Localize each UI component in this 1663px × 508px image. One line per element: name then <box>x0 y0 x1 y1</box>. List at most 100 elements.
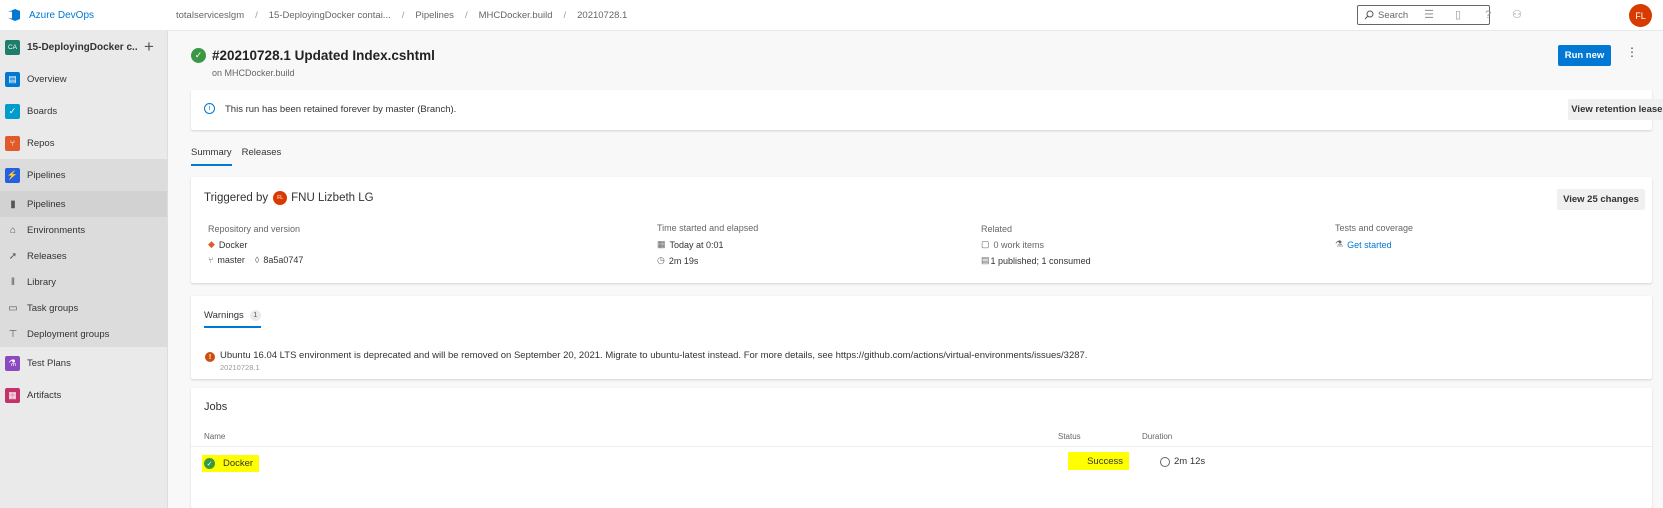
warning-message: Ubuntu 16.04 LTS environment is deprecat… <box>220 350 1088 361</box>
breadcrumb: totalserviceslgm / 15-DeployingDocker co… <box>176 10 627 21</box>
started-line: ▦ Today at 0:01 <box>657 239 724 250</box>
run-new-button[interactable]: Run new <box>1558 45 1611 66</box>
sidebar-subitem-pipelines[interactable]: ▮ Pipelines <box>0 191 167 217</box>
clock-icon <box>1160 456 1170 467</box>
main-content: ✓ #20210728.1 Updated Index.cshtml on MH… <box>168 31 1663 508</box>
breadcrumb-separator: / <box>563 9 567 21</box>
sidebar-subitem-label: Environments <box>27 224 86 236</box>
shopping-bag-icon[interactable]: ▯ <box>1451 8 1465 22</box>
azure-devops-logo-icon <box>8 9 20 21</box>
sidebar-item-test-plans[interactable]: ⚗ Test Plans <box>0 347 167 379</box>
breadcrumb-organization[interactable]: totalserviceslgm <box>176 10 244 21</box>
view-changes-button[interactable]: View 25 changes <box>1557 189 1645 210</box>
tabs: Summary Releases <box>191 147 291 166</box>
jobs-column-status: Status <box>1058 432 1081 441</box>
sidebar-item-label: Overview <box>27 73 67 85</box>
project-selector[interactable]: CA 15-DeployingDocker c... + <box>0 31 167 63</box>
rocket-icon: ➚ <box>8 250 18 262</box>
sidebar-item-boards[interactable]: ✓ Boards <box>0 95 167 127</box>
overview-icon: ▤ <box>5 71 20 87</box>
top-bar: Azure DevOps totalserviceslgm / 15-Deplo… <box>0 0 1663 31</box>
view-retention-leases-button[interactable]: View retention leases <box>1568 99 1663 120</box>
job-duration: 2m 12s <box>1174 456 1206 467</box>
project-name: 15-DeployingDocker c... <box>27 41 137 53</box>
retention-message: This run has been retained forever by ma… <box>225 104 457 115</box>
breadcrumb-pipelines[interactable]: Pipelines <box>415 10 454 21</box>
sidebar-subitem-label: Library <box>27 276 57 288</box>
get-started-link[interactable]: ⚗ Get started <box>1335 239 1392 250</box>
help-icon[interactable]: ? <box>1481 8 1495 22</box>
brand[interactable]: Azure DevOps <box>0 8 176 22</box>
sidebar-item-label: Boards <box>27 105 58 117</box>
user-avatar[interactable]: FL <box>1629 4 1652 27</box>
repos-icon: ⑂ <box>5 135 20 151</box>
work-item-icon: ▢ <box>981 239 990 249</box>
page-title: #20210728.1 Updated Index.cshtml <box>212 48 435 63</box>
triggered-by-name[interactable]: FNU Lizbeth LG <box>291 192 373 204</box>
more-actions-icon[interactable]: ⋮ <box>1626 45 1638 59</box>
sidebar-subitem-deployment-groups[interactable]: ⊤ Deployment groups <box>0 321 167 347</box>
tab-releases[interactable]: Releases <box>242 147 282 166</box>
deployment-groups-icon: ⊤ <box>8 328 18 340</box>
job-name-cell: ✓ Docker <box>202 455 260 472</box>
clock-icon: ◷ <box>657 255 665 265</box>
branch-name[interactable]: master <box>217 255 245 265</box>
sidebar-item-pipelines[interactable]: ⚡ Pipelines <box>0 159 167 191</box>
retention-banner: i This run has been retained forever by … <box>191 90 1663 130</box>
commit-id[interactable]: 8a5a0747 <box>263 255 303 265</box>
environment-icon: ⌂ <box>9 224 17 236</box>
artifacts-icon: ▦ <box>5 387 20 403</box>
sidebar-item-label: Pipelines <box>27 169 66 181</box>
sidebar-subitem-environments[interactable]: ⌂ Environments <box>0 217 167 243</box>
list-icon[interactable]: ☰ <box>1422 8 1436 22</box>
brand-name: Azure DevOps <box>29 9 95 21</box>
bar-chart-icon: ▮ <box>10 198 16 210</box>
sidebar-item-label: Repos <box>27 137 55 149</box>
branch-icon: ⑂ <box>208 255 214 265</box>
repository-line[interactable]: ◆ Docker <box>208 239 247 250</box>
jobs-divider <box>191 446 1652 447</box>
warnings-label: Warnings <box>204 310 244 321</box>
artifacts-summary: 1 published; 1 consumed <box>990 255 1091 266</box>
tab-warnings[interactable]: Warnings 1 <box>204 310 261 328</box>
warnings-count-badge: 1 <box>249 310 261 321</box>
job-duration-cell: 2m 12s <box>1160 456 1205 467</box>
table-row[interactable]: ✓ Docker Success 2m 12s <box>191 448 1652 476</box>
page-title-row: ✓ #20210728.1 Updated Index.cshtml <box>191 48 435 63</box>
get-started-label: Get started <box>1347 239 1392 250</box>
sidebar: CA 15-DeployingDocker c... + ▤ Overview … <box>0 31 168 508</box>
add-icon[interactable]: + <box>144 37 154 57</box>
tab-summary[interactable]: Summary <box>191 147 232 166</box>
success-check-icon: ✓ <box>204 458 215 469</box>
pipelines-icon: ⚡ <box>5 167 20 183</box>
sidebar-subitem-library[interactable]: ‖ Library <box>0 269 167 295</box>
elapsed-time: 2m 19s <box>668 255 699 266</box>
breadcrumb-run[interactable]: 20210728.1 <box>577 10 627 21</box>
artifacts-line[interactable]: ▤ 1 published; 1 consumed <box>981 255 1091 266</box>
jobs-column-name: Name <box>204 432 226 441</box>
sidebar-subitem-task-groups[interactable]: ▭ Task groups <box>0 295 167 321</box>
elapsed-line: ◷ 2m 19s <box>657 255 698 266</box>
flask-icon: ⚗ <box>1335 239 1344 249</box>
breadcrumb-pipeline[interactable]: MHCDocker.build <box>479 10 553 21</box>
breadcrumb-project[interactable]: 15-DeployingDocker contai... <box>269 10 391 21</box>
search-icon <box>1364 10 1374 20</box>
sidebar-item-artifacts[interactable]: ▦ Artifacts <box>0 379 167 411</box>
triggered-by: Triggered by FL FNU Lizbeth LG <box>204 191 374 205</box>
user-settings-icon[interactable]: ⚇ <box>1510 8 1524 22</box>
page-subtitle: on MHCDocker.build <box>212 68 295 78</box>
jobs-title: Jobs <box>204 401 228 413</box>
sidebar-item-repos[interactable]: ⑂ Repos <box>0 127 167 159</box>
sidebar-item-overview[interactable]: ▤ Overview <box>0 63 167 95</box>
pipelines-section: ⚡ Pipelines ▮ Pipelines ⌂ Environments ➚… <box>0 159 167 347</box>
warnings-card: Warnings 1 ! Ubuntu 16.04 LTS environmen… <box>191 296 1652 379</box>
calendar-icon: ▦ <box>657 239 666 249</box>
sidebar-subitem-releases[interactable]: ➚ Releases <box>0 243 167 269</box>
repo-icon: ◆ <box>208 239 215 249</box>
repository-heading: Repository and version <box>208 224 301 234</box>
work-items-line: ▢ 0 work items <box>981 239 1044 250</box>
test-plans-icon: ⚗ <box>5 355 20 371</box>
warning-icon: ! <box>205 352 215 362</box>
info-icon: i <box>204 103 215 114</box>
triggered-by-avatar: FL <box>273 191 288 205</box>
